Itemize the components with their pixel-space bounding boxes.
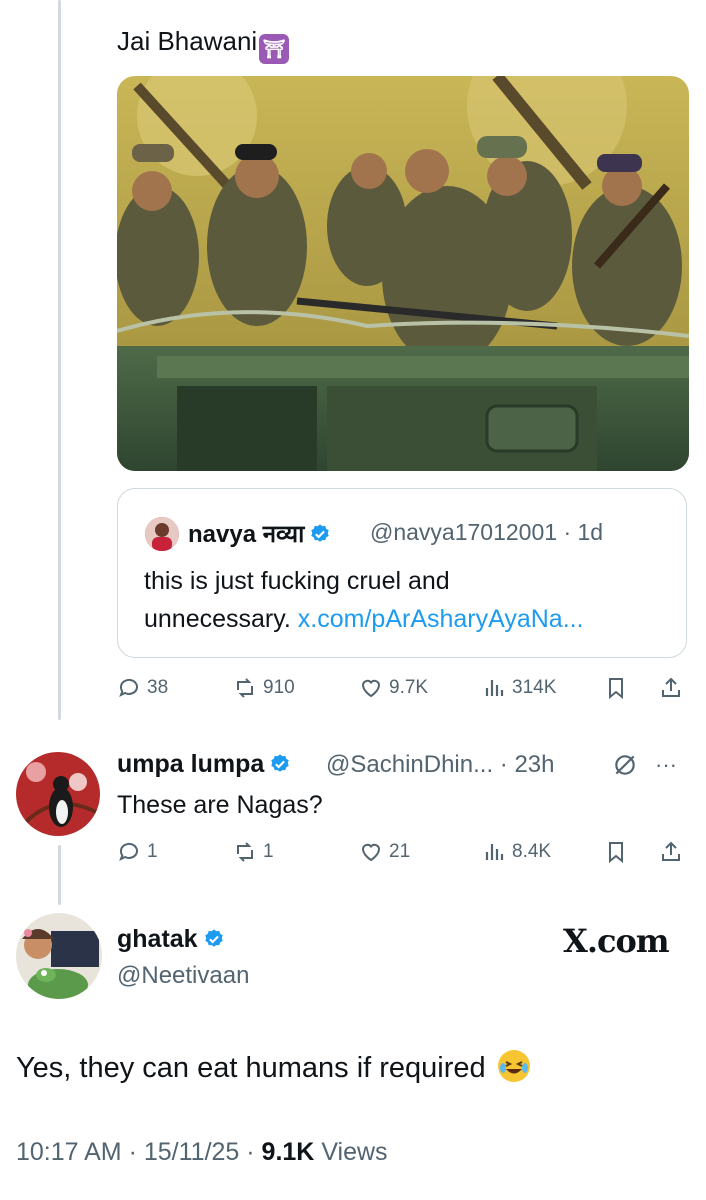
views-chart-icon	[485, 844, 504, 860]
tweet-date: 15/11/25	[143, 1138, 240, 1166]
grok-icon[interactable]	[612, 752, 638, 778]
main-handle: @Neetivaan	[117, 962, 250, 989]
quoted-author[interactable]: navya नव्या	[188, 517, 331, 550]
repost-count: 1	[263, 841, 274, 862]
verified-badge-icon	[311, 524, 330, 542]
quoted-text-line1: this is just fucking cruel and	[144, 567, 450, 595]
quoted-age: 1d	[577, 519, 604, 545]
like-button[interactable]: 21	[359, 840, 410, 864]
share-icon	[662, 841, 680, 861]
tweet-views-label: Views	[321, 1138, 388, 1166]
repost-icon	[237, 678, 253, 698]
reply-icon	[119, 678, 138, 698]
reply-actions-bar: 1 1 21 8.4K	[117, 840, 687, 870]
quoted-handle: @navya17012001 · 1d	[370, 519, 604, 545]
tweet-views-count: 9.1K	[261, 1138, 315, 1166]
repost-count: 910	[263, 677, 295, 698]
reply-count: 38	[147, 677, 169, 698]
parent-actions-bar: 38 910 9.7K 314K	[117, 676, 687, 706]
quoted-link[interactable]: x.com/pArAsharyAyaNa...	[298, 605, 584, 633]
main-author-name: ghatak	[117, 925, 198, 953]
repost-button[interactable]: 910	[233, 676, 295, 700]
temple-emoji-icon: ⛩	[259, 34, 290, 64]
reply-avatar[interactable]	[16, 752, 100, 836]
tweet-meta: 10:17 AM · 15/11/25 · 9.1K Views	[16, 1138, 388, 1166]
like-button[interactable]: 9.7K	[359, 676, 428, 700]
verified-badge-icon	[204, 929, 223, 947]
like-count: 9.7K	[389, 677, 429, 698]
share-button[interactable]	[659, 676, 683, 700]
main-avatar[interactable]	[16, 913, 102, 999]
views-button[interactable]: 8.4K	[482, 840, 551, 864]
reply-text: These are Nagas?	[117, 791, 323, 819]
views-count: 8.4K	[512, 841, 552, 862]
tweet-time: 10:17 AM	[16, 1138, 122, 1166]
reply-handle: @SachinDhin... · 23h	[326, 751, 555, 778]
parent-tweet-text: Jai Bhawani ⛩	[117, 26, 290, 64]
laughing-tears-emoji-icon	[497, 1050, 530, 1082]
main-author[interactable]: ghatak	[117, 925, 225, 954]
views-button[interactable]: 314K	[482, 676, 556, 700]
reply-icon	[119, 842, 138, 862]
views-chart-icon	[485, 680, 504, 696]
bookmark-button[interactable]	[604, 840, 628, 864]
reply-age: 23h	[514, 751, 555, 778]
main-tweet-text-content: Yes, they can eat humans if required	[16, 1052, 486, 1084]
reply-author[interactable]: umpa lumpa	[117, 750, 291, 779]
parent-tweet-text-content: Jai Bhawani	[117, 26, 258, 56]
main-tweet-text: Yes, they can eat humans if required	[16, 1050, 530, 1085]
thread-line-top	[58, 0, 61, 720]
heart-icon	[361, 843, 381, 862]
bookmark-button[interactable]	[604, 676, 628, 700]
reply-handle-text: @SachinDhin...	[326, 751, 494, 778]
bookmark-icon	[609, 842, 623, 864]
quoted-tweet-card[interactable]: navya नव्या @navya17012001 · 1d this is …	[117, 488, 687, 658]
bookmark-icon	[609, 678, 623, 700]
share-icon	[662, 677, 680, 697]
share-button[interactable]	[659, 840, 683, 864]
xcom-brand: X.com	[563, 922, 670, 960]
quoted-author-name: navya नव्या	[188, 521, 305, 548]
repost-icon	[237, 842, 253, 862]
quoted-text-line2: unnecessary.	[144, 605, 291, 633]
reply-button[interactable]: 38	[117, 676, 168, 700]
thread-line-mid	[58, 845, 61, 905]
reply-count: 1	[147, 841, 158, 862]
views-count: 314K	[512, 677, 557, 698]
reply-button[interactable]: 1	[117, 840, 158, 864]
reply-author-name: umpa lumpa	[117, 750, 265, 778]
more-options-icon[interactable]: ···	[655, 752, 677, 778]
repost-button[interactable]: 1	[233, 840, 274, 864]
quoted-avatar[interactable]	[145, 517, 179, 551]
quoted-text: this is just fucking cruel and unnecessa…	[144, 562, 674, 638]
heart-icon	[361, 679, 381, 698]
tweet-photo[interactable]	[117, 76, 689, 471]
verified-badge-icon	[271, 754, 289, 772]
like-count: 21	[389, 841, 411, 862]
quoted-handle-text: @navya17012001	[370, 519, 558, 545]
